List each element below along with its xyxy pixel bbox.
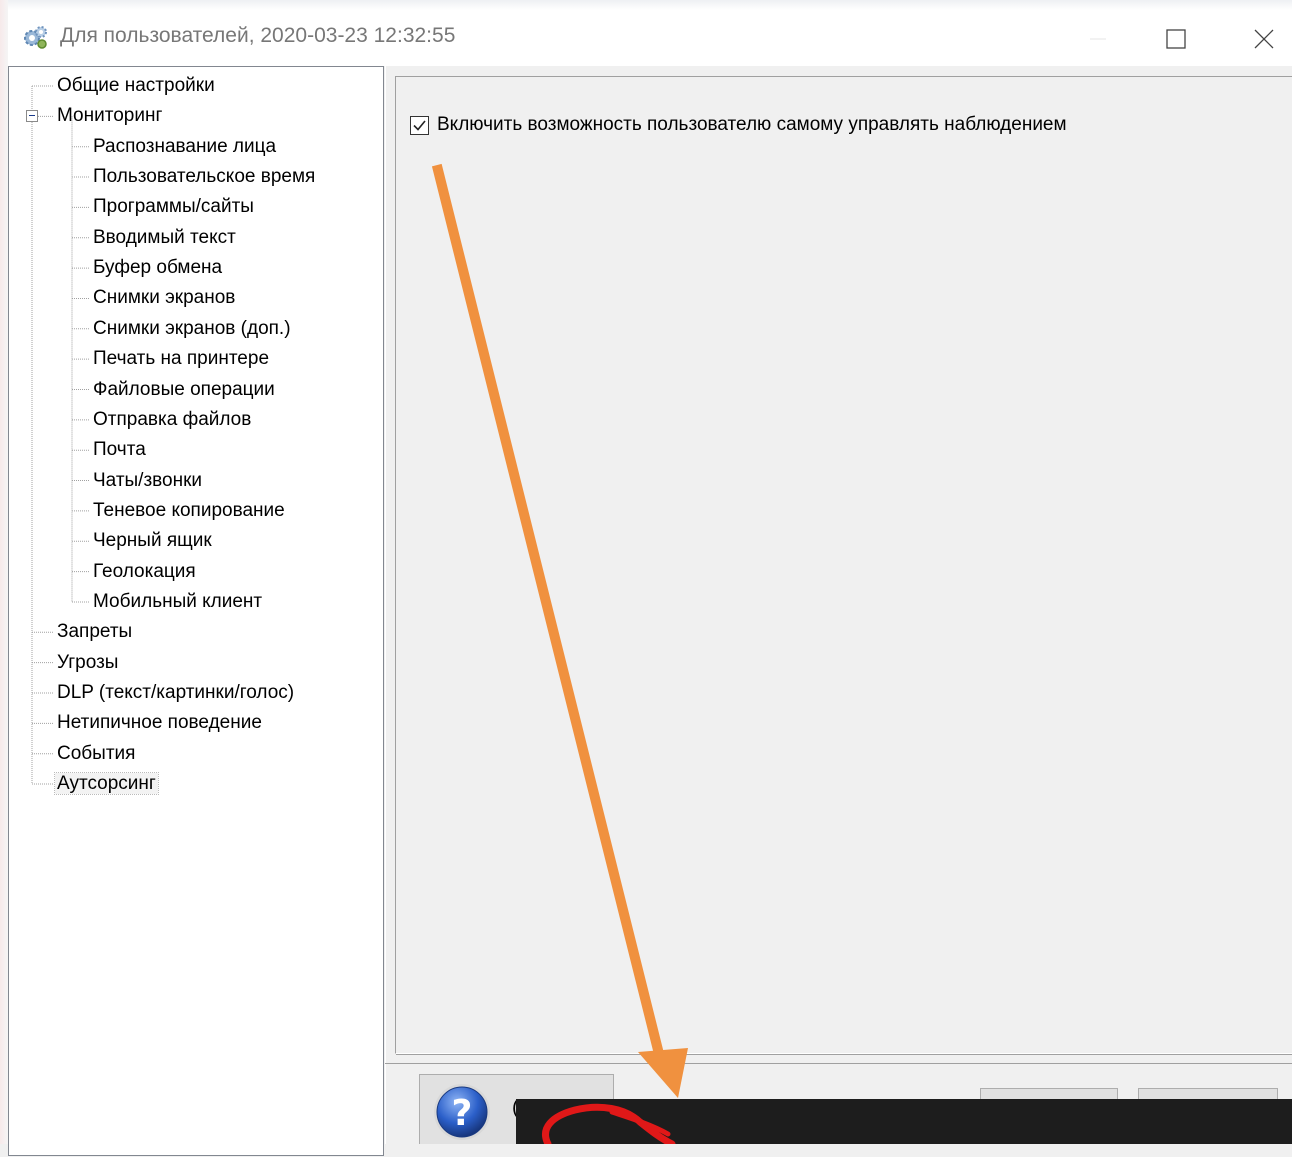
self-control-checkbox[interactable] [410,115,429,135]
tree-item[interactable]: События [55,740,137,768]
tree-item-label: События [57,742,136,764]
settings-tree[interactable]: Общие настройки Мониторинг Распознавание л… [8,66,384,1156]
tree-item[interactable]: Мобильный клиент [91,588,264,616]
tree-item[interactable]: Мониторинг [55,102,164,130]
tree-item-label: Запреты [57,621,133,643]
window-title: Для пользователей, 2020-03-23 12:32:55 [60,24,456,47]
checkmark-icon [413,119,426,131]
tree-item[interactable]: Печать на принтере [91,345,271,373]
background-left [0,0,8,1144]
tree-item-label: Файловые операции [93,378,275,400]
self-control-option[interactable]: Включить возможность пользователю самому… [410,114,1067,136]
tree-item-label: Распознавание лица [93,135,277,157]
tree-item[interactable]: Аутсорсинг [54,770,159,798]
help-icon: ? [434,1084,490,1140]
tree-item-label: Программы/сайты [93,196,254,218]
tree-item[interactable]: Черный ящик [91,527,214,555]
tree-item[interactable]: Запреты [55,618,134,646]
tree-item-label: Общие настройки [57,75,215,96]
tree-item[interactable]: Почта [91,436,148,464]
tree-item-label: Мобильный клиент [93,590,263,612]
footer-divider [385,1063,1292,1064]
maximize-button[interactable] [1146,16,1206,62]
tree-item-label: Нетипичное поведение [57,712,262,734]
tree-item[interactable]: Нетипичное поведение [55,709,264,737]
tree-item-label: Снимки экранов [93,287,236,309]
tree-item[interactable]: Чаты/звонки [91,467,204,495]
tree-item[interactable]: Пользовательское время [91,163,317,191]
tree-item-label: Почта [93,439,146,461]
tree-item-label: Геолокация [93,560,196,582]
self-control-label: Включить возможность пользователю самому… [437,114,1067,135]
tree-item-label: Вводимый текст [93,226,236,248]
tree-item[interactable]: Распознавание лица [91,133,278,161]
title-bar: Для пользователей, 2020-03-23 12:32:55 [8,10,1292,66]
tree-item[interactable]: Программы/сайты [91,193,256,221]
tree-item[interactable]: Буфер обмена [91,254,224,282]
close-icon [1254,29,1274,49]
tree-item[interactable]: Угрозы [55,649,120,677]
svg-text:?: ? [452,1093,473,1134]
tree-item-label: Мониторинг [57,105,163,127]
tree-item[interactable]: Вводимый текст [91,224,238,252]
maximize-icon [1166,29,1186,49]
tree-item-label: Угрозы [57,651,119,673]
tree-item-label: Черный ящик [93,530,212,552]
video-overlay [516,1099,1292,1144]
tree-item-label: Печать на принтере [93,348,270,370]
tree-item[interactable]: DLP (текст/картинки/голос) [55,679,296,707]
tree-item-label: Чаты/звонки [93,469,203,491]
minimize-button[interactable] [1068,16,1128,62]
tree-item[interactable]: Теневое копирование [91,497,287,525]
tree-item-label: Аутсорсинг [54,772,159,796]
tree-item-label: Отправка файлов [93,408,252,430]
content-panel: Включить возможность пользователю самому… [395,76,1292,1055]
tree-item-label: Снимки экранов (доп.) [93,317,291,339]
tree-item-label: Теневое копирование [93,499,285,521]
gear-icon [24,26,47,49]
close-button[interactable] [1234,16,1292,62]
tree-item[interactable]: Отправка файлов [91,406,253,434]
tree-item[interactable]: Снимки экранов (доп.) [91,315,293,343]
tree-item-label: DLP (текст/картинки/голос) [57,682,295,703]
tree-item-label: Пользовательское время [93,166,316,188]
tree-item[interactable]: Геолокация [91,558,198,586]
collapse-toggle-icon[interactable] [26,110,38,122]
background-top [0,0,1292,10]
tree-item[interactable]: Общие настройки [55,72,217,100]
tree-item[interactable]: Снимки экранов [91,284,237,312]
tree-item-label: Буфер обмена [93,257,223,279]
minimize-icon [1090,38,1106,40]
tree-item[interactable]: Файловые операции [91,376,277,404]
